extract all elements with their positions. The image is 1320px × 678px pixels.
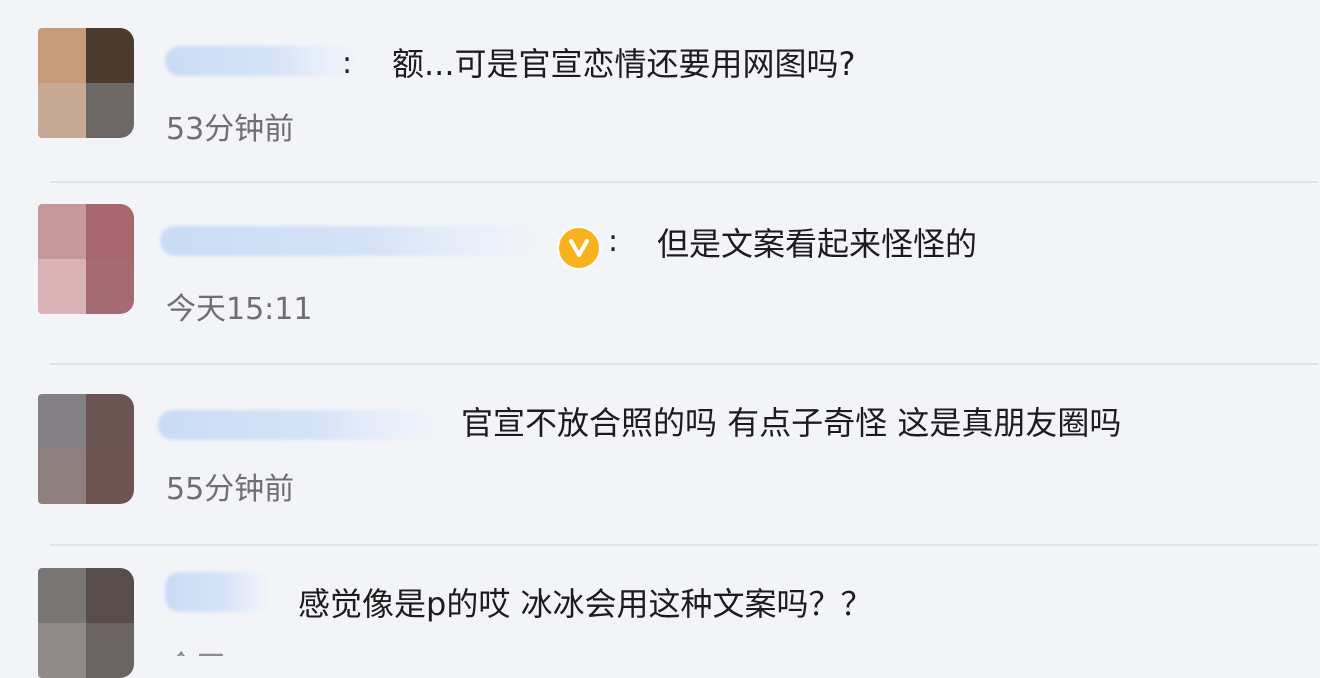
avatar-pixel <box>38 259 86 314</box>
avatar-pixel <box>38 204 86 259</box>
comment-text: 官宣不放合照的吗 有点子奇怪 这是真朋友圈吗 <box>461 404 1122 442</box>
avatar[interactable] <box>38 394 134 504</box>
comment-time: 今天 <box>166 646 226 656</box>
comment-item: 感觉像是p的哎 冰冰会用这种文案吗？？ 今天 <box>0 546 1320 678</box>
blurred-username[interactable] <box>160 226 545 256</box>
avatar-pixel <box>86 623 134 678</box>
comment-item: : 但是文案看起来怪怪的 今天15:11 <box>0 182 1320 364</box>
blurred-username[interactable] <box>165 46 360 76</box>
avatar-pixel <box>38 83 86 138</box>
avatar-pixel <box>38 623 86 678</box>
avatar-pixel <box>86 394 134 449</box>
comment-item: : 额...可是官宣恋情还要用网图吗? 53分钟前 <box>0 0 1320 182</box>
comment-text: 感觉像是p的哎 冰冰会用这种文案吗？？ <box>298 585 873 623</box>
comment-time-clipped: 今天 <box>166 646 236 656</box>
avatar-pixel <box>38 394 86 449</box>
avatar-pixel <box>86 449 134 504</box>
avatar-pixel <box>38 449 86 504</box>
avatar-pixel <box>86 83 134 138</box>
username-colon: : <box>342 46 353 81</box>
blurred-username[interactable] <box>165 572 270 612</box>
username-colon: : <box>608 224 619 259</box>
avatar[interactable] <box>38 28 134 138</box>
avatar-pixel <box>86 204 134 259</box>
avatar-pixel <box>86 259 134 314</box>
comment-time: 今天15:11 <box>166 292 313 327</box>
avatar-pixel <box>86 568 134 623</box>
comment-text: 但是文案看起来怪怪的 <box>657 225 978 263</box>
avatar-pixel <box>38 568 86 623</box>
avatar[interactable] <box>38 568 134 678</box>
avatar-pixel <box>86 28 134 83</box>
avatar-pixel <box>38 28 86 83</box>
comment-text: 额...可是官宣恋情还要用网图吗? <box>392 45 856 83</box>
blurred-username[interactable] <box>158 410 440 440</box>
comment-time: 55分钟前 <box>166 472 295 507</box>
comment-time: 53分钟前 <box>166 112 295 147</box>
verified-badge-icon <box>557 226 601 270</box>
comment-item: 官宣不放合照的吗 有点子奇怪 这是真朋友圈吗 55分钟前 <box>0 364 1320 546</box>
avatar[interactable] <box>38 204 134 314</box>
